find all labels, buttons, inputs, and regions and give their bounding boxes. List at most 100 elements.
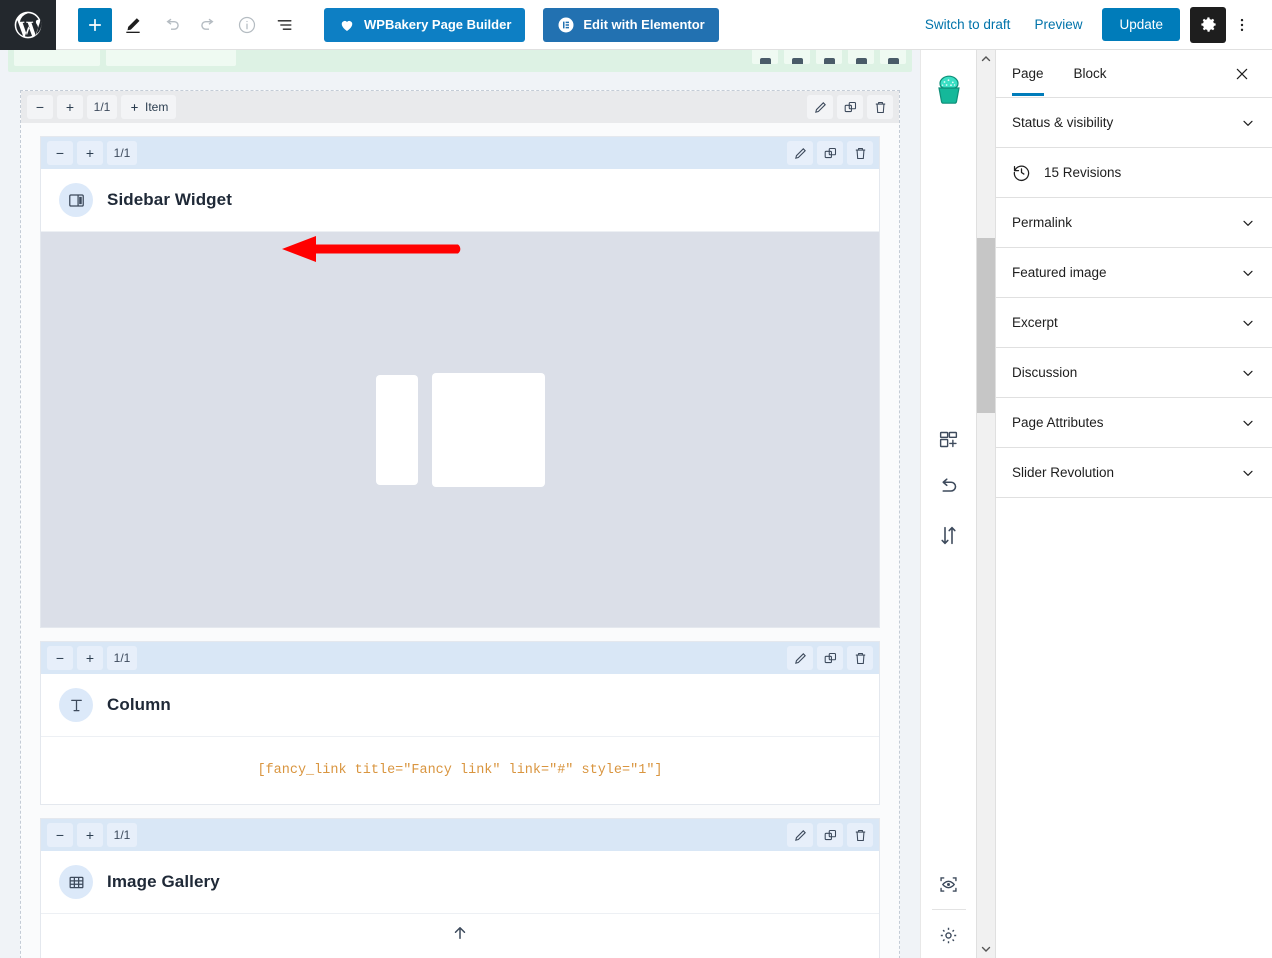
trash-icon (855, 652, 865, 664)
sidebar-widget-minus-button[interactable]: − (47, 141, 73, 165)
scrollbar-track[interactable] (976, 68, 996, 940)
column-header[interactable]: Column (41, 674, 879, 737)
green-action-icon[interactable] (784, 50, 810, 64)
wordpress-block-editor: WPBakery Page Builder Edit with Elemento… (0, 0, 1272, 958)
pencil-icon (794, 652, 806, 664)
image-gallery-header[interactable]: Image Gallery (41, 851, 879, 914)
panel-label: Status & visibility (1012, 115, 1114, 130)
column-ratio-button[interactable]: 1/1 (107, 646, 137, 670)
duplicate-block-button[interactable] (817, 823, 843, 847)
rail-middle-tools (932, 422, 966, 552)
close-icon (1236, 68, 1248, 79)
preview-eye-icon[interactable] (932, 867, 966, 901)
panel-excerpt[interactable]: Excerpt (996, 298, 1272, 348)
inner-row-image-gallery: − + 1/1 Image Gallery (40, 818, 880, 958)
column-title: Column (107, 695, 171, 714)
delete-block-button[interactable] (847, 823, 873, 847)
wordpress-logo-icon (14, 11, 42, 38)
outer-row-actions (807, 95, 893, 119)
sidebar-widget-header[interactable]: Sidebar Widget (41, 169, 879, 232)
column-plus-button[interactable]: + (77, 646, 103, 670)
scrollbar-thumb[interactable] (976, 238, 996, 413)
cupcake-icon[interactable] (932, 73, 966, 107)
add-block-button[interactable] (78, 7, 112, 42)
right-icon-rail (920, 50, 976, 958)
panel-permalink[interactable]: Permalink (996, 198, 1272, 248)
edit-with-elementor-button[interactable]: Edit with Elementor (543, 7, 719, 42)
revert-icon[interactable] (932, 470, 966, 504)
panel-revisions[interactable]: 15 Revisions (996, 148, 1272, 198)
panel-label: Permalink (1012, 215, 1073, 230)
panel-label: Slider Revolution (1012, 465, 1115, 480)
panel-discussion[interactable]: Discussion (996, 348, 1272, 398)
sidebar-widget-ratio-button[interactable]: 1/1 (107, 141, 137, 165)
sort-icon[interactable] (932, 518, 966, 552)
info-circle-icon (238, 16, 256, 33)
undo-button[interactable] (154, 8, 188, 42)
green-action-icon[interactable] (848, 50, 874, 64)
preview-button[interactable]: Preview (1022, 9, 1094, 40)
scrollbar-up-arrow[interactable] (977, 50, 996, 68)
green-action-icon[interactable] (752, 50, 778, 64)
column-minus-button[interactable]: − (47, 646, 73, 670)
tab-block[interactable]: Block (1074, 52, 1119, 95)
add-item-label: Item (145, 100, 169, 114)
sidebar-widget-plus-button[interactable]: + (77, 141, 103, 165)
outer-row-plus-button[interactable]: + (57, 95, 83, 119)
panel-status-and-visibility[interactable]: Status & visibility (996, 98, 1272, 148)
panel-slider-revolution[interactable]: Slider Revolution (996, 448, 1272, 498)
edit-block-button[interactable] (787, 141, 813, 165)
outer-row-minus-button[interactable]: − (27, 95, 53, 119)
close-sidebar-button[interactable] (1228, 60, 1256, 88)
tab-page[interactable]: Page (1012, 52, 1056, 96)
more-options-button[interactable] (1226, 7, 1258, 43)
green-action-icon[interactable] (816, 50, 842, 64)
wpbakery-label: WPBakery Page Builder (364, 17, 512, 32)
duplicate-block-button[interactable] (817, 141, 843, 165)
settings-toggle-button[interactable] (1190, 6, 1226, 43)
inner-row-column: − + 1/1 Column [fancy_link title="Fancy … (40, 641, 880, 805)
wpbakery-page-builder-button[interactable]: WPBakery Page Builder (324, 7, 526, 42)
redo-button[interactable] (192, 8, 226, 42)
add-template-icon[interactable] (932, 422, 966, 456)
edit-block-button[interactable] (787, 823, 813, 847)
edit-tool-button[interactable] (116, 8, 150, 42)
revisions-clock-icon (1013, 165, 1030, 181)
column-shortcode-text: [fancy_link title="Fancy link" link="#" … (257, 763, 663, 778)
rail-divider (931, 909, 966, 910)
settings-gear-icon[interactable] (932, 918, 966, 952)
green-action-icon[interactable] (880, 50, 906, 64)
settings-sidebar: Page Block Status & visibility 15 Revisi… (995, 50, 1272, 958)
panel-featured-image[interactable]: Featured image (996, 248, 1272, 298)
elementor-icon (558, 17, 574, 32)
image-gallery-minus-button[interactable]: − (47, 823, 73, 847)
duplicate-row-button[interactable] (837, 95, 863, 119)
list-view-button[interactable] (268, 8, 302, 42)
wordpress-logo[interactable] (0, 0, 56, 50)
panel-label: Discussion (1012, 365, 1078, 380)
image-gallery-plus-button[interactable]: + (77, 823, 103, 847)
switch-to-draft-button[interactable]: Switch to draft (913, 9, 1023, 40)
edit-row-button[interactable] (807, 95, 833, 119)
scrollbar-down-arrow[interactable] (977, 940, 996, 958)
delete-block-button[interactable] (847, 646, 873, 670)
sidebar-widget-title: Sidebar Widget (107, 190, 232, 209)
image-gallery-ratio-button[interactable]: 1/1 (107, 823, 137, 847)
outer-row-add-item-button[interactable]: Item (121, 95, 177, 119)
chevron-down-icon (1240, 465, 1256, 481)
list-view-icon (277, 19, 292, 30)
duplicate-block-button[interactable] (817, 646, 843, 670)
edit-block-button[interactable] (787, 646, 813, 670)
outer-row-ratio-button[interactable]: 1/1 (87, 95, 117, 119)
chevron-down-icon (1240, 315, 1256, 331)
update-button[interactable]: Update (1102, 8, 1180, 41)
scroll-up-arrow-icon[interactable] (451, 924, 469, 947)
panel-page-attributes[interactable]: Page Attributes (996, 398, 1272, 448)
kebab-menu-icon (1240, 18, 1244, 31)
trash-icon (855, 147, 865, 159)
details-button[interactable] (230, 8, 264, 42)
page-scrollbar[interactable] (976, 50, 996, 958)
delete-block-button[interactable] (847, 141, 873, 165)
inner-row-sidebar-widget: − + 1/1 Sidebar Widget (40, 136, 880, 628)
delete-row-button[interactable] (867, 95, 893, 119)
